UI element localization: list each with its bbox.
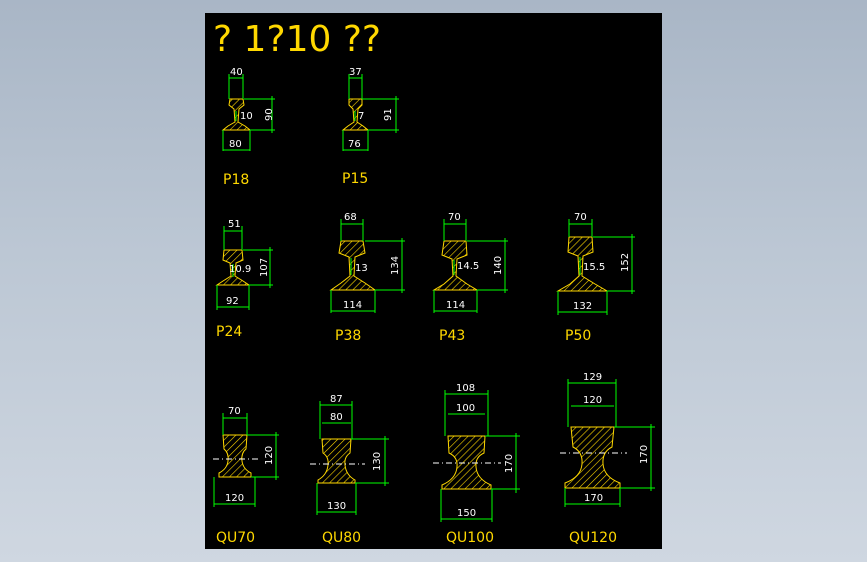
p24-web-dim: 10.9 bbox=[229, 264, 251, 275]
p38-label: P38 bbox=[335, 328, 361, 344]
p50-base-dim: 132 bbox=[573, 301, 592, 312]
p24-head-dim: 51 bbox=[228, 219, 241, 230]
rail-p15: 37 91 7 76 P15 bbox=[341, 67, 399, 187]
drawing-title: ? 1?10 ?? bbox=[213, 19, 381, 60]
p38-web-dim: 13 bbox=[355, 263, 368, 274]
p18-web-dim: 10 bbox=[240, 111, 253, 122]
qu70-base-dim: 120 bbox=[225, 493, 244, 504]
rail-sections-drawing: ? 1?10 ?? 40 90 10 80 P18 37 91 7 76 P15… bbox=[213, 19, 655, 546]
rail-qu100: 108 100 170 150 QU100 bbox=[433, 383, 520, 546]
qu100-head-outer-dim: 108 bbox=[456, 383, 475, 394]
qu100-label: QU100 bbox=[446, 530, 494, 546]
qu80-head-outer-dim: 87 bbox=[330, 394, 343, 405]
qu80-height-dim: 130 bbox=[372, 452, 383, 471]
p15-label: P15 bbox=[342, 171, 368, 187]
qu80-base-dim: 130 bbox=[327, 501, 346, 512]
cad-drawing-canvas[interactable]: ? 1?10 ?? 40 90 10 80 P18 37 91 7 76 P15… bbox=[205, 13, 662, 549]
p50-head-dim: 70 bbox=[574, 212, 587, 223]
rail-p24: 51 107 10.9 92 P24 bbox=[215, 219, 273, 340]
p18-base-dim: 80 bbox=[229, 139, 242, 150]
qu80-head-dim: 80 bbox=[330, 412, 343, 423]
qu120-base-dim: 170 bbox=[584, 493, 603, 504]
qu100-base-dim: 150 bbox=[457, 508, 476, 519]
rail-qu80: 87 80 130 130 QU80 bbox=[310, 394, 389, 546]
p43-height-dim: 140 bbox=[493, 256, 504, 275]
p38-base-dim: 114 bbox=[343, 300, 362, 311]
p43-web-dim: 14.5 bbox=[457, 261, 479, 272]
rail-p18: 40 90 10 80 P18 bbox=[221, 67, 275, 188]
p24-label: P24 bbox=[216, 324, 242, 340]
p24-base-dim: 92 bbox=[226, 296, 239, 307]
p43-head-dim: 70 bbox=[448, 212, 461, 223]
p43-base-dim: 114 bbox=[446, 300, 465, 311]
p18-label: P18 bbox=[223, 172, 249, 188]
p24-height-dim: 107 bbox=[259, 258, 270, 277]
p15-base-dim: 76 bbox=[348, 139, 361, 150]
rail-qu120: 129 120 170 170 QU120 bbox=[560, 372, 655, 546]
qu120-height-dim: 170 bbox=[639, 445, 650, 464]
qu100-head-dim: 100 bbox=[456, 403, 475, 414]
p18-height-dim: 90 bbox=[264, 108, 275, 121]
qu70-head-dim: 70 bbox=[228, 406, 241, 417]
qu120-head-dim: 120 bbox=[583, 395, 602, 406]
p15-head-dim: 37 bbox=[349, 67, 362, 78]
p18-head-dim: 40 bbox=[230, 67, 243, 78]
qu80-label: QU80 bbox=[322, 530, 361, 546]
p15-web-dim: 7 bbox=[358, 111, 364, 122]
p43-label: P43 bbox=[439, 328, 465, 344]
rail-p38: 68 134 13 114 P38 bbox=[329, 212, 405, 344]
rail-p43: 70 140 14.5 114 P43 bbox=[432, 212, 508, 344]
p50-height-dim: 152 bbox=[620, 253, 631, 272]
qu70-height-dim: 120 bbox=[264, 446, 275, 465]
p50-web-dim: 15.5 bbox=[583, 262, 605, 273]
p50-label: P50 bbox=[565, 328, 591, 344]
rail-qu70: 70 120 120 QU70 bbox=[213, 406, 279, 546]
p38-head-dim: 68 bbox=[344, 212, 357, 223]
qu120-head-outer-dim: 129 bbox=[583, 372, 602, 383]
p15-height-dim: 91 bbox=[383, 108, 394, 121]
qu70-label: QU70 bbox=[216, 530, 255, 546]
qu100-height-dim: 170 bbox=[504, 454, 515, 473]
rail-p50: 70 152 15.5 132 P50 bbox=[556, 212, 635, 344]
qu120-label: QU120 bbox=[569, 530, 617, 546]
p38-height-dim: 134 bbox=[390, 256, 401, 275]
